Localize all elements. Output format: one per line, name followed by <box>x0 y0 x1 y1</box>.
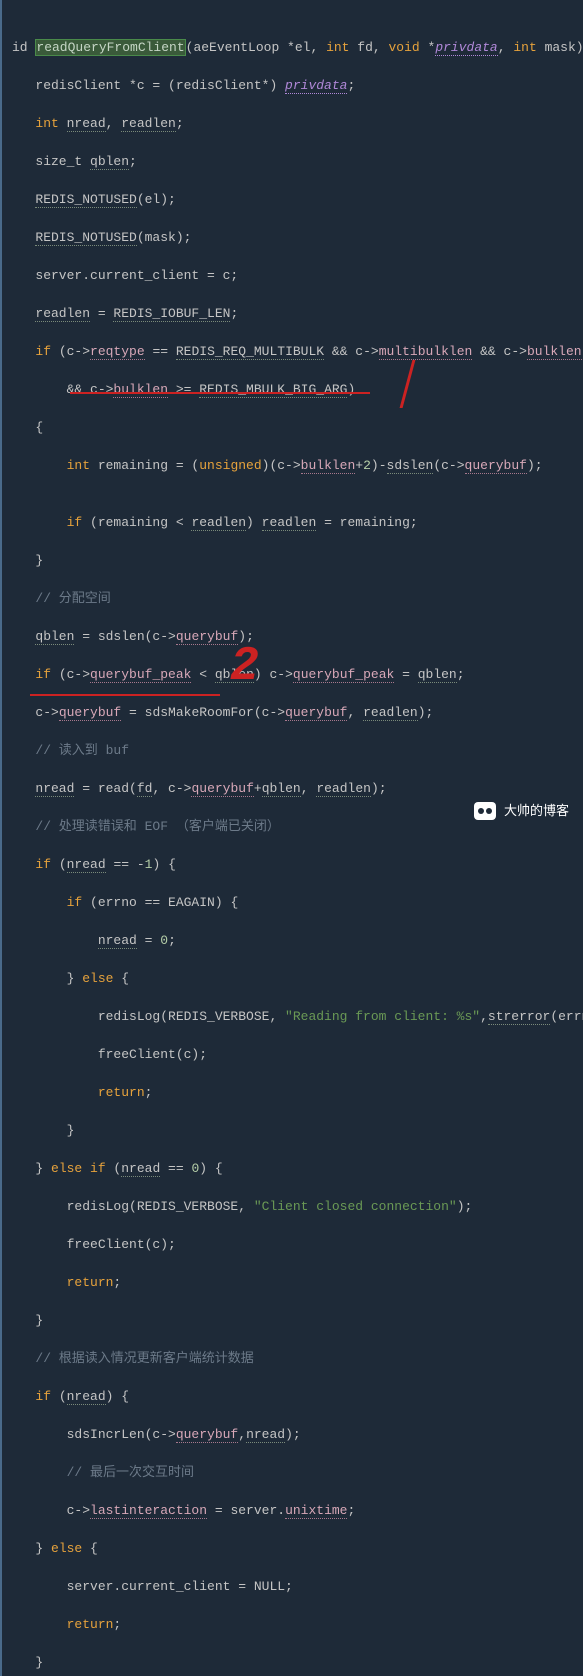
code-line: nread = 0; <box>12 931 583 950</box>
code-line: && c->bulklen >= REDIS_MBULK_BIG_ARG) <box>12 380 583 399</box>
code-line: c->lastinteraction = server.unixtime; <box>12 1501 583 1520</box>
code-line: if (c->querybuf_peak < qblen) c->querybu… <box>12 665 583 684</box>
watermark: 大帅的博客 <box>474 801 569 820</box>
code-line: REDIS_NOTUSED(mask); <box>12 228 583 247</box>
code-line: qblen = sdslen(c->querybuf); <box>12 627 583 646</box>
code-line: server.current_client = c; <box>12 266 583 285</box>
code-line: } <box>12 1311 583 1330</box>
watermark-text: 大帅的博客 <box>504 801 569 820</box>
code-line: } <box>12 1653 583 1672</box>
code-editor[interactable]: id readQueryFromClient(aeEventLoop *el, … <box>0 0 583 1676</box>
code-line: readlen = REDIS_IOBUF_LEN; <box>12 304 583 323</box>
gutter <box>0 0 8 1676</box>
code-line: c->querybuf = sdsMakeRoomFor(c->querybuf… <box>12 703 583 722</box>
code-line: REDIS_NOTUSED(el); <box>12 190 583 209</box>
code-line: if (c->reqtype == REDIS_REQ_MULTIBULK &&… <box>12 342 583 361</box>
annotation-underline-1 <box>70 392 370 394</box>
code-line: redisLog(REDIS_VERBOSE, "Client closed c… <box>12 1197 583 1216</box>
code-line: } <box>12 1121 583 1140</box>
code-line: return; <box>12 1615 583 1634</box>
code-line: freeClient(c); <box>12 1045 583 1064</box>
wechat-icon <box>474 802 496 820</box>
code-line: id readQueryFromClient(aeEventLoop *el, … <box>12 38 583 57</box>
code-line: } <box>12 551 583 570</box>
code-line: if (errno == EAGAIN) { <box>12 893 583 912</box>
code-line: if (nread) { <box>12 1387 583 1406</box>
code-line: redisClient *c = (redisClient*) privdata… <box>12 76 583 95</box>
function-name-highlight: readQueryFromClient <box>35 39 185 56</box>
code-line: server.current_client = NULL; <box>12 1577 583 1596</box>
code-line: int nread, readlen; <box>12 114 583 133</box>
code-line: redisLog(REDIS_VERBOSE, "Reading from cl… <box>12 1007 583 1026</box>
code-line: // 读入到 buf <box>12 741 583 760</box>
code-line: size_t qblen; <box>12 152 583 171</box>
code-line: freeClient(c); <box>12 1235 583 1254</box>
code-line: } else { <box>12 1539 583 1558</box>
code-line: } else { <box>12 969 583 988</box>
code-line: if (remaining < readlen) readlen = remai… <box>12 513 583 532</box>
code-line: // 根据读入情况更新客户端统计数据 <box>12 1349 583 1368</box>
code-line: sdsIncrLen(c->querybuf,nread); <box>12 1425 583 1444</box>
code-line: // 最后一次交互时间 <box>12 1463 583 1482</box>
code-line: int remaining = (unsigned)(c->bulklen+2)… <box>12 456 583 475</box>
code-line: if (nread == -1) { <box>12 855 583 874</box>
code-line: return; <box>12 1083 583 1102</box>
code-line: { <box>12 418 583 437</box>
code-line: // 分配空间 <box>12 589 583 608</box>
annotation-underline-2 <box>30 694 220 696</box>
annotation-number-2: 2 <box>230 658 259 677</box>
code-line: nread = read(fd, c->querybuf+qblen, read… <box>12 779 583 798</box>
code-line: } else if (nread == 0) { <box>12 1159 583 1178</box>
code-line: return; <box>12 1273 583 1292</box>
